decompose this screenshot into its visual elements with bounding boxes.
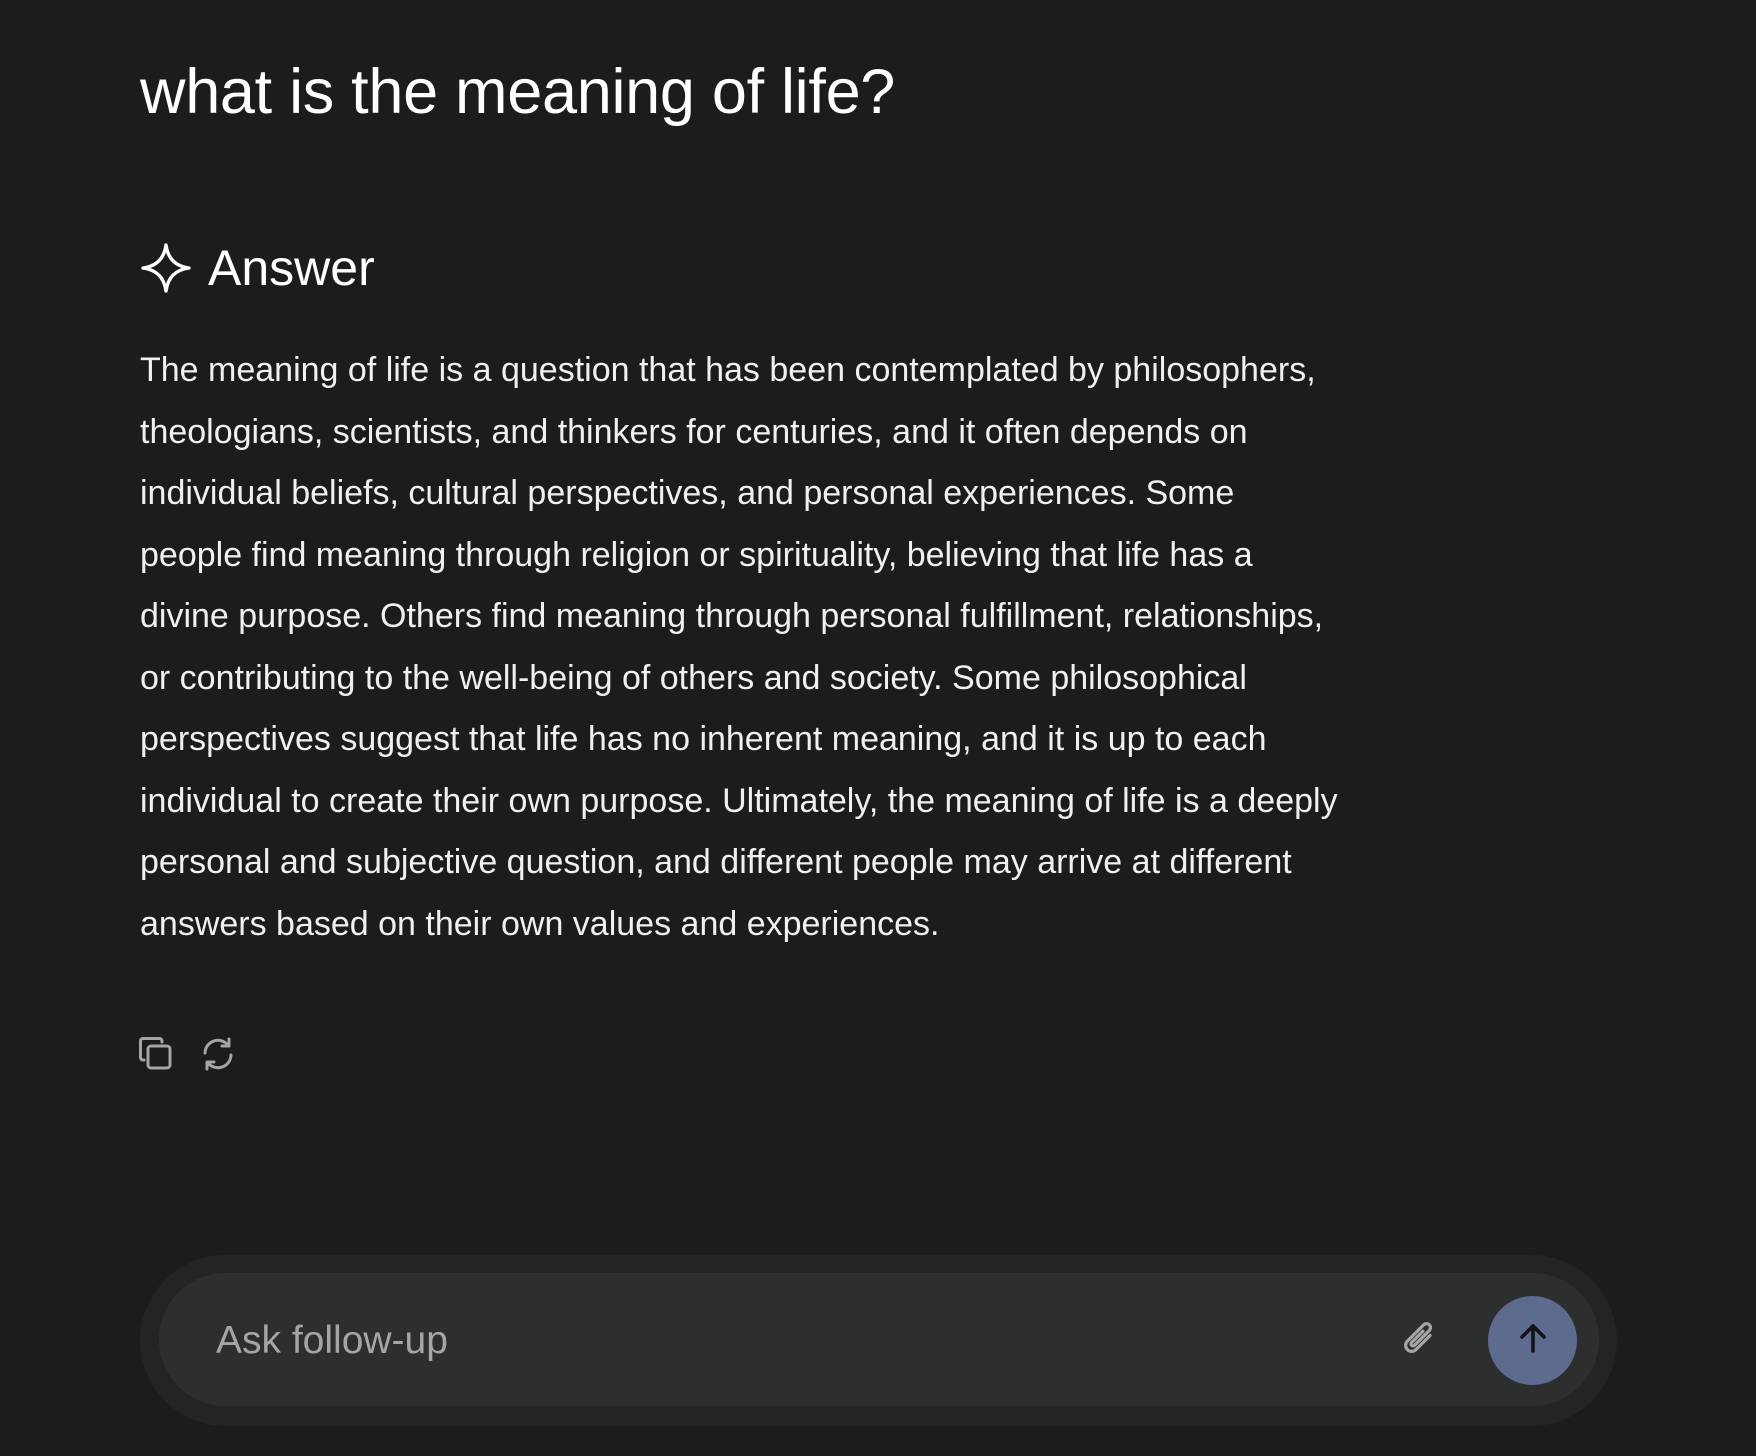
answer-page: what is the meaning of life? Answer The … — [0, 0, 1756, 1456]
refresh-icon — [200, 1036, 236, 1077]
answer-heading: Answer — [208, 240, 375, 296]
answer-actions — [138, 1036, 236, 1077]
follow-up-input[interactable] — [216, 1306, 1366, 1376]
query-title: what is the meaning of life? — [140, 57, 896, 127]
paperclip-icon — [1393, 1314, 1443, 1369]
answer-text: The meaning of life is a question that h… — [140, 351, 1338, 943]
attach-button[interactable] — [1390, 1313, 1446, 1369]
regenerate-button[interactable] — [200, 1036, 236, 1077]
send-button[interactable] — [1488, 1296, 1577, 1385]
copy-button[interactable] — [138, 1036, 174, 1077]
arrow-up-icon — [1513, 1318, 1553, 1363]
answer-header: Answer — [140, 236, 375, 300]
sparkle-icon — [140, 242, 192, 294]
copy-icon — [138, 1036, 174, 1077]
